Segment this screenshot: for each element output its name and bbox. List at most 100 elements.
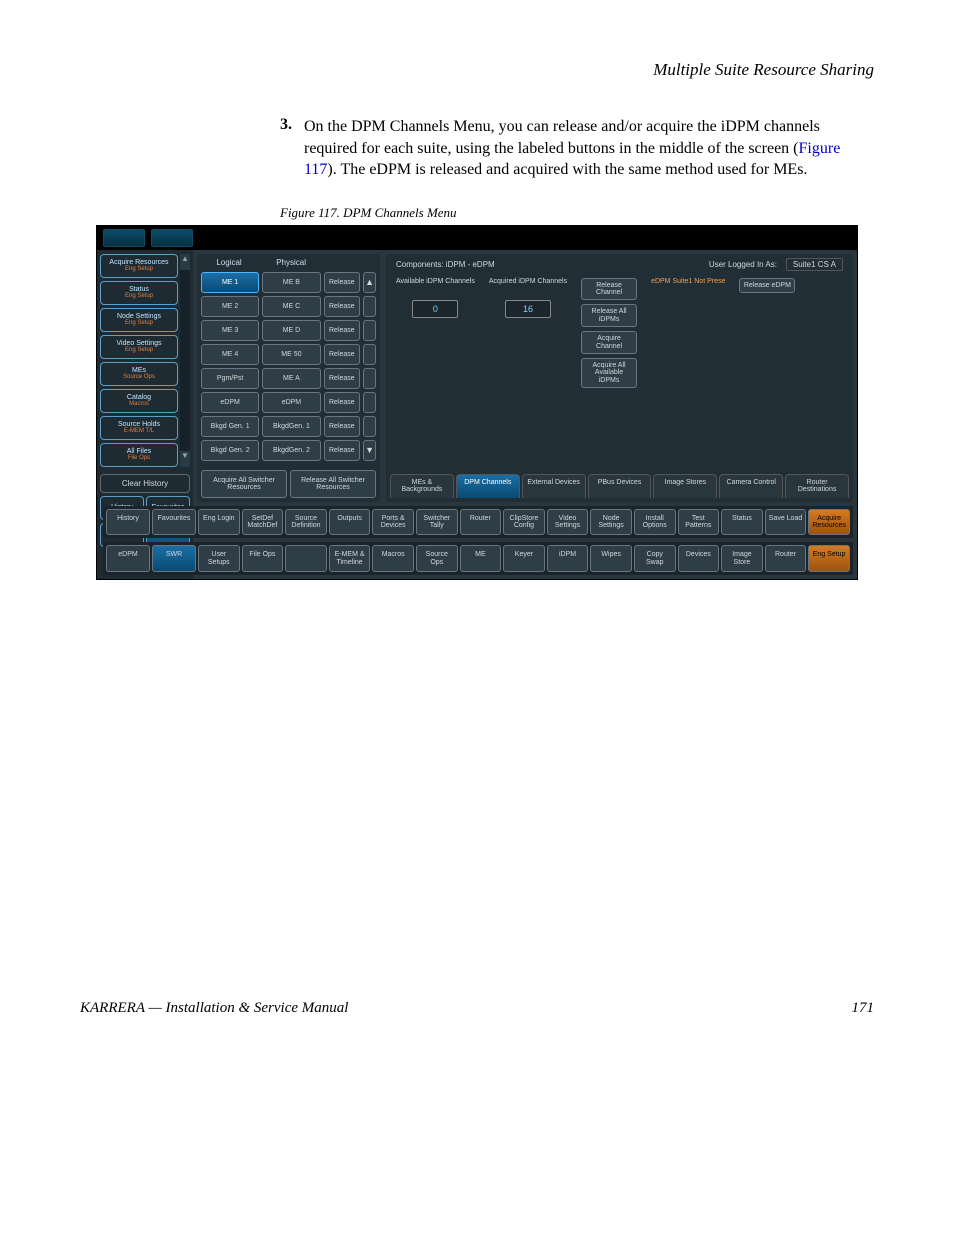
tab[interactable]: Image Stores — [653, 474, 717, 498]
history-tab[interactable]: History — [106, 509, 150, 536]
menu-button[interactable]: ClipStore Config — [503, 509, 545, 536]
resource-button[interactable]: Release — [324, 440, 361, 461]
edpm-tab[interactable]: eDPM — [106, 545, 150, 572]
sidebar-item[interactable]: Node SettingsEng Setup — [100, 308, 178, 332]
screenshot-dpm-menu: Acquire ResourcesEng SetupStatusEng Setu… — [96, 225, 858, 580]
resource-button[interactable]: Bkgd Gen. 2 — [201, 440, 259, 461]
swr-tab[interactable]: SWR — [152, 545, 196, 572]
acquire-channel-button[interactable]: Acquire Channel — [581, 331, 637, 354]
release-edpm-button[interactable]: Release eDPM — [739, 278, 795, 293]
clear-history-button[interactable]: Clear History — [100, 474, 190, 493]
tab[interactable]: External Devices — [522, 474, 586, 498]
page-footer: KARRERA — Installation & Service Manual … — [80, 1000, 874, 1017]
scroll-up-icon[interactable]: ▲ — [180, 254, 190, 270]
tab[interactable]: Camera Control — [719, 474, 783, 498]
menu-button[interactable]: Outputs — [329, 509, 371, 536]
sidebar-item[interactable]: MEsSource Ops — [100, 362, 178, 386]
acquire-all-idpm-button[interactable]: Acquire All Available iDPMs — [581, 358, 637, 388]
acquire-all-button[interactable]: Acquire All Switcher Resources — [201, 470, 287, 498]
menu-button[interactable]: iDPM — [547, 545, 589, 572]
menu-button — [285, 545, 327, 572]
release-all-idpm-button[interactable]: Release All iDPMs — [581, 304, 637, 327]
resource-button[interactable]: ME 3 — [201, 320, 259, 341]
menu-button[interactable]: Keyer — [503, 545, 545, 572]
release-channel-button[interactable]: Release Channel — [581, 278, 637, 301]
menu-button[interactable]: Macros — [372, 545, 414, 572]
resource-button[interactable]: Bkgd Gen. 1 — [201, 416, 259, 437]
resource-button[interactable]: Release — [324, 368, 361, 389]
resource-button[interactable]: BkgdGen. 1 — [262, 416, 320, 437]
avail-idpm-value: 0 — [412, 300, 458, 318]
tab[interactable]: DPM Channels — [456, 474, 520, 498]
menu-button[interactable]: Source Ops — [416, 545, 458, 572]
resource-button[interactable]: eDPM — [262, 392, 320, 413]
menu-button[interactable]: Video Settings — [547, 509, 589, 536]
resource-button[interactable]: Release — [324, 416, 361, 437]
menu-button[interactable]: Image Store — [721, 545, 763, 572]
resource-button[interactable]: Release — [324, 272, 361, 293]
avail-idpm-label: Available iDPM Channels — [396, 278, 475, 296]
tab[interactable]: PBus Devices — [588, 474, 652, 498]
menu-button[interactable]: E-MEM & Timeline — [329, 545, 371, 572]
scroll-down-icon[interactable]: ▼ — [363, 440, 376, 461]
dpm-panel: Components: iDPM - eDPM User Logged In A… — [386, 254, 853, 502]
menu-button[interactable]: Status — [721, 509, 763, 536]
resource-button[interactable]: eDPM — [201, 392, 259, 413]
resource-button[interactable]: ME 50 — [262, 344, 320, 365]
resource-button[interactable]: Release — [324, 392, 361, 413]
resource-button[interactable]: ME B — [262, 272, 320, 293]
topbar-blank — [151, 229, 193, 247]
menu-button[interactable]: Test Patterns — [678, 509, 720, 536]
top-bar — [97, 226, 857, 250]
menu-button[interactable]: Devices — [678, 545, 720, 572]
tab[interactable]: Router Destinations — [785, 474, 849, 498]
resource-button[interactable]: BkgdGen. 2 — [262, 440, 320, 461]
resource-button[interactable]: ME C — [262, 296, 320, 317]
menu-button[interactable]: User Setups — [198, 545, 240, 572]
release-all-button[interactable]: Release All Switcher Resources — [290, 470, 376, 498]
scroll-down-icon[interactable]: ▼ — [180, 451, 190, 467]
resource-button[interactable]: Release — [324, 344, 361, 365]
tab[interactable]: MEs & Backgrounds — [390, 474, 454, 498]
resource-button[interactable]: ME 2 — [201, 296, 259, 317]
scroll-track[interactable] — [363, 296, 376, 317]
menu-button[interactable]: File Ops — [242, 545, 284, 572]
sidebar-item[interactable]: Video SettingsEng Setup — [100, 335, 178, 359]
menu-button[interactable]: Eng Login — [198, 509, 240, 536]
menu-button[interactable]: Save Load — [765, 509, 807, 536]
menu-button[interactable]: Source Definition — [285, 509, 327, 536]
sidebar-item[interactable]: CatalogMacros — [100, 389, 178, 413]
menu-button[interactable]: SetDef MatchDef — [242, 509, 284, 536]
scroll-track[interactable] — [363, 392, 376, 413]
menu-button[interactable]: Switcher Tally — [416, 509, 458, 536]
menu-button[interactable]: Copy Swap — [634, 545, 676, 572]
resource-button[interactable]: ME 1 — [201, 272, 259, 293]
scroll-track[interactable] — [363, 320, 376, 341]
page-number: 171 — [852, 1000, 875, 1017]
sidebar-item[interactable]: Acquire ResourcesEng Setup — [100, 254, 178, 278]
menu-button[interactable]: Acquire Resources — [808, 509, 850, 536]
resource-button[interactable]: ME 4 — [201, 344, 259, 365]
menu-button[interactable]: Install Options — [634, 509, 676, 536]
resource-button[interactable]: ME A — [262, 368, 320, 389]
favourites-tab[interactable]: Favourites — [152, 509, 196, 536]
menu-button[interactable]: Router — [765, 545, 807, 572]
menu-button[interactable]: Eng Setup — [808, 545, 850, 572]
menu-button[interactable]: Ports & Devices — [372, 509, 414, 536]
scroll-track[interactable] — [363, 416, 376, 437]
sidebar-scrollbar[interactable]: ▲ ▼ — [180, 254, 190, 467]
scroll-track[interactable] — [363, 344, 376, 365]
menu-button[interactable]: Node Settings — [590, 509, 632, 536]
scroll-up-icon[interactable]: ▲ — [363, 272, 376, 293]
menu-button[interactable]: Router — [460, 509, 502, 536]
resource-button[interactable]: Release — [324, 320, 361, 341]
resource-button[interactable]: Pgm/Pst — [201, 368, 259, 389]
sidebar-item[interactable]: Source HoldsE-MEM T/L — [100, 416, 178, 440]
sidebar-item[interactable]: StatusEng Setup — [100, 281, 178, 305]
scroll-track[interactable] — [363, 368, 376, 389]
menu-button[interactable]: Wipes — [590, 545, 632, 572]
resource-button[interactable]: Release — [324, 296, 361, 317]
resource-button[interactable]: ME D — [262, 320, 320, 341]
sidebar-item[interactable]: All FilesFile Ops — [100, 443, 178, 467]
menu-button[interactable]: ME — [460, 545, 502, 572]
